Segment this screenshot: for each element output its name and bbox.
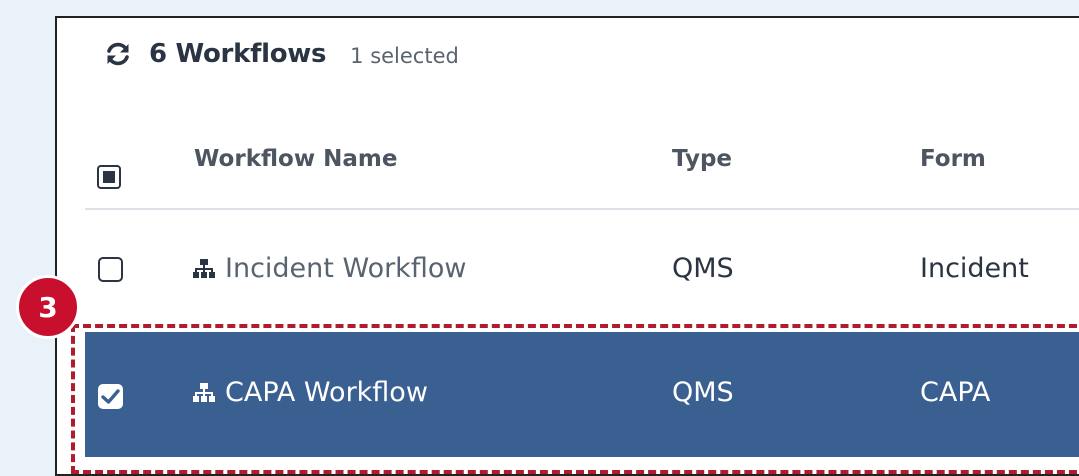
column-header-workflow-name[interactable]: Workflow Name — [194, 146, 397, 172]
row-checkbox-checked[interactable] — [98, 384, 123, 409]
step-number-badge: 3 — [16, 275, 80, 339]
form-cell: CAPA — [920, 377, 991, 408]
table-row[interactable]: Incident Workflow QMS Incident — [85, 212, 1079, 322]
form-cell: Incident — [920, 253, 1029, 284]
page-title: 6 Workflows — [149, 39, 327, 69]
checkmark-icon — [101, 389, 120, 404]
panel-header: 6 Workflows 1 selected — [103, 36, 459, 72]
workflow-name-cell[interactable]: Incident Workflow — [193, 253, 466, 284]
workflow-hierarchy-icon — [193, 258, 215, 278]
select-all-checkbox[interactable] — [97, 165, 121, 189]
type-cell: QMS — [672, 377, 734, 408]
selected-count: 1 selected — [350, 44, 459, 68]
type-cell: QMS — [672, 253, 734, 284]
workflow-hierarchy-icon — [193, 382, 215, 402]
indeterminate-mark — [103, 171, 115, 183]
refresh-icon[interactable] — [103, 39, 133, 69]
workflow-name-cell[interactable]: CAPA Workflow — [193, 377, 428, 408]
column-header-type[interactable]: Type — [672, 146, 732, 172]
table-row-selected[interactable]: CAPA Workflow QMS CAPA — [85, 332, 1079, 457]
row-checkbox[interactable] — [98, 257, 123, 282]
workflow-name[interactable]: CAPA Workflow — [225, 377, 428, 408]
column-header-form[interactable]: Form — [920, 146, 986, 172]
workflow-name[interactable]: Incident Workflow — [225, 253, 466, 284]
header-divider — [85, 208, 1079, 210]
